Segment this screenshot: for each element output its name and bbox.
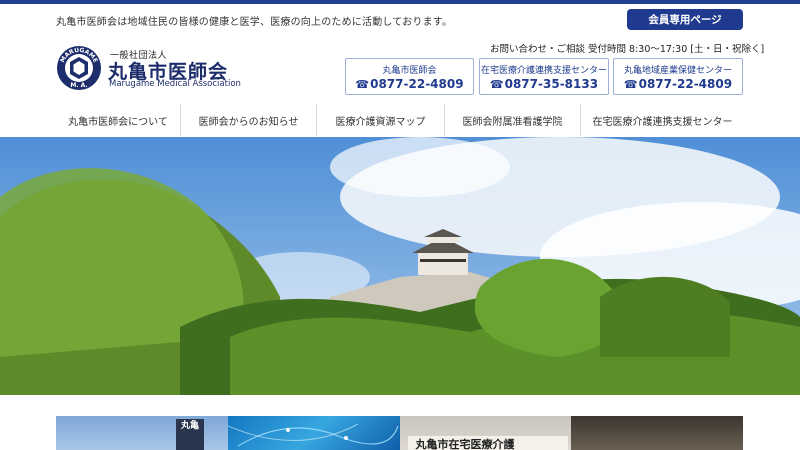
reception-hours: お問い合わせ・ご相談 受付時間 8:30〜17:30 [土・日・祝除く] bbox=[490, 44, 765, 55]
hero-image-marugame-castle bbox=[0, 137, 800, 395]
nav-item-nursing-school[interactable]: 医師会附属准看護学院 bbox=[444, 104, 580, 136]
logo-english-name: Marugame Medical Association bbox=[109, 79, 241, 89]
nav-item-resource-map[interactable]: 医療介護資源マップ bbox=[316, 104, 444, 136]
contact-box-home-care-center[interactable]: 在宅医療介護連携支援センター ☎0877-35-8133 bbox=[479, 58, 609, 95]
nav-item-news[interactable]: 医師会からのお知らせ bbox=[180, 104, 316, 136]
phone-icon: ☎ bbox=[623, 78, 638, 91]
svg-text:M. A.: M. A. bbox=[70, 82, 87, 89]
feature-tile-home-care[interactable]: 丸亀市在宅医療介護 bbox=[399, 416, 572, 450]
feature-tile-meeting[interactable] bbox=[571, 416, 743, 450]
member-page-button[interactable]: 会員専用ページ bbox=[627, 9, 743, 30]
feature-tile-building[interactable]: 丸亀 bbox=[56, 416, 228, 450]
contact-name: 在宅医療介護連携支援センター bbox=[480, 66, 607, 76]
building-sign: 丸亀 bbox=[176, 419, 204, 450]
feature-tile-network[interactable] bbox=[227, 416, 400, 450]
nav-item-home-care-center[interactable]: 在宅医療介護連携支援センター bbox=[580, 104, 744, 136]
contact-tel: 0877-22-4809 bbox=[638, 77, 733, 91]
feature-tiles: 丸亀 丸亀市在宅医療介護 bbox=[56, 416, 743, 450]
association-emblem-icon: MARUGAME M. A. bbox=[57, 46, 101, 90]
global-nav: 丸亀市医師会について 医師会からのお知らせ 医療介護資源マップ 医師会附属准看護… bbox=[56, 104, 744, 136]
contact-tel: 0877-35-8133 bbox=[504, 77, 599, 91]
contact-name: 丸亀地域産業保健センター bbox=[623, 66, 732, 76]
site-tagline: 丸亀市医師会は地域住民の皆様の健康と医学、医療の向上のために活動しております。 bbox=[56, 17, 453, 28]
contact-box-occupational-health-center[interactable]: 丸亀地域産業保健センター ☎0877-22-4809 bbox=[613, 58, 743, 95]
site-logo[interactable]: MARUGAME M. A. 一般社団法人 丸亀市医師会 Marugame Me… bbox=[56, 45, 246, 91]
contact-name: 丸亀市医師会 bbox=[382, 66, 437, 76]
top-accent-bar bbox=[0, 0, 800, 4]
nav-item-about[interactable]: 丸亀市医師会について bbox=[56, 104, 180, 136]
contact-tel: 0877-22-4809 bbox=[370, 77, 464, 91]
phone-icon: ☎ bbox=[355, 78, 370, 91]
network-graphic-icon bbox=[227, 423, 399, 447]
home-care-board: 丸亀市在宅医療介護 bbox=[407, 436, 568, 450]
phone-icon: ☎ bbox=[489, 78, 504, 91]
contact-box-medical-association[interactable]: 丸亀市医師会 ☎0877-22-4809 bbox=[345, 58, 474, 95]
